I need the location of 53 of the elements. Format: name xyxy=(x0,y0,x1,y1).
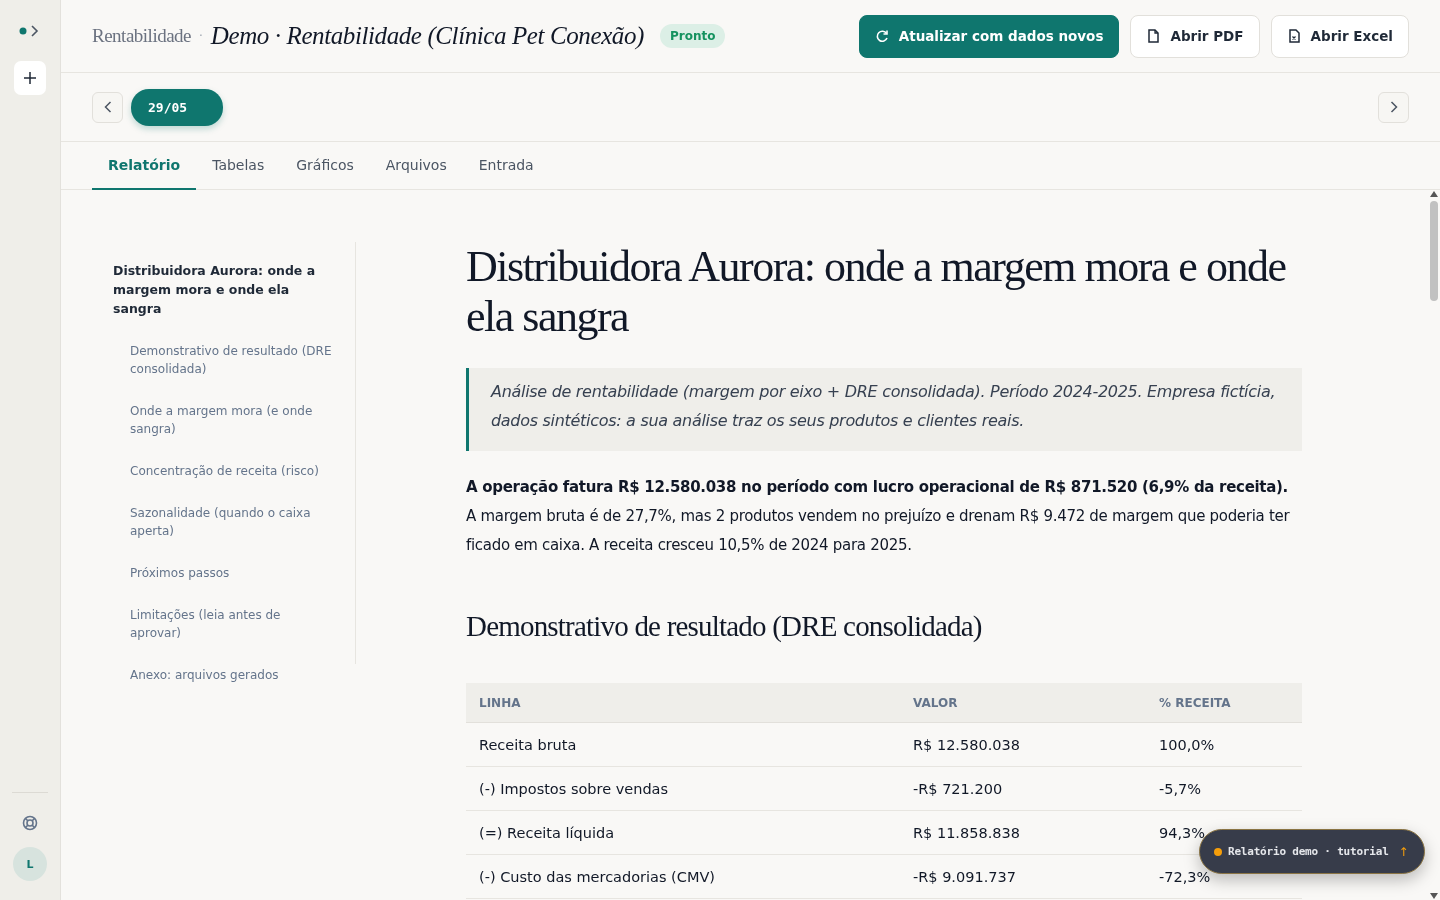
tab[interactable]: Relatório xyxy=(92,142,197,190)
table-cell: (-) Impostos sobre vendas xyxy=(466,766,900,811)
date-chip[interactable]: 29/05 xyxy=(131,88,223,126)
toc-title[interactable]: Distribuidora Aurora: onde a margem mora e onde ela sangra xyxy=(113,261,335,318)
tab[interactable]: Entrada xyxy=(462,142,550,190)
help-icon[interactable] xyxy=(22,815,38,831)
table-cell: (=) Receita líquida xyxy=(466,810,900,855)
summary-paragraph: A operação fatura R$ 12.580.038 no período com lucro operacional de R$ 871.520 (6,9% da receita). A margem bruta é de 27,7%, mas 2 produtos vendem no prejuízo e drenam R$ 9.472 de margem que poderia ter ficado em caixa. A receita cresceu 10,5% de 2024 para 2025. xyxy=(466,477,1291,556)
scroll-down-icon[interactable] xyxy=(1429,892,1439,900)
open-pdf-button[interactable]: Abrir PDF xyxy=(1130,14,1260,58)
document-icon xyxy=(1146,29,1161,43)
status-badge: Pronto xyxy=(659,24,726,48)
refresh-icon xyxy=(874,29,889,43)
refresh-button[interactable]: Atualizar com dados novos xyxy=(858,14,1120,58)
status-dot-icon xyxy=(1214,847,1222,856)
table-cell: 100,0% xyxy=(1146,722,1302,767)
table-cell: (-) Custo das mercadorias (CMV) xyxy=(466,854,900,899)
user-avatar[interactable]: L xyxy=(13,847,47,881)
plus-icon xyxy=(23,71,37,85)
toc-link[interactable]: Sazonalidade (quando o caixa aperta) xyxy=(130,504,335,540)
spreadsheet-file-icon xyxy=(1286,29,1301,43)
page-title: Demo · Rentabilidade (Clínica Pet Conexão) xyxy=(210,22,644,50)
toc-link[interactable]: Anexo: arquivos gerados xyxy=(130,666,335,684)
toc-link[interactable]: Limitações (leia antes de aprovar) xyxy=(130,606,335,642)
report-title: Distribuidora Aurora: onde a margem mora e onde ela sangra xyxy=(466,242,1287,342)
toc-link[interactable]: Concentração de receita (risco) xyxy=(130,462,335,480)
arrow-up-icon[interactable]: ↑ xyxy=(1398,844,1409,859)
summary-quote: Análise de rentabilidade (margem por eixo + DRE consolidada). Período 2024-2025. Empresa fictícia, dados sintéticos: a sua análise traz os seus produtos e clientes reais. xyxy=(466,368,1302,451)
scrollbar-thumb[interactable] xyxy=(1430,201,1438,301)
toc-link[interactable]: Próximos passos xyxy=(130,564,335,582)
table-cell: -R$ 9.091.737 xyxy=(900,854,1146,899)
tab[interactable]: Gráficos xyxy=(280,142,370,190)
breadcrumb-link[interactable]: Rentabilidade xyxy=(92,25,192,47)
column-header: % RECEITA xyxy=(1146,683,1302,723)
new-button[interactable] xyxy=(14,61,46,95)
open-excel-button[interactable]: Abrir Excel xyxy=(1270,14,1409,58)
section-heading: Demonstrativo de resultado (DRE consolidada) xyxy=(466,610,983,643)
toc-link[interactable]: Demonstrativo de resultado (DRE consolidada) xyxy=(130,342,335,378)
column-header: LINHA xyxy=(466,683,900,723)
table-cell: -R$ 721.200 xyxy=(900,766,1146,811)
column-header: VALOR xyxy=(900,683,1146,723)
toc-link[interactable]: Onde a margem mora (e onde sangra) xyxy=(130,402,335,438)
separator-dot: · xyxy=(199,29,203,43)
tab[interactable]: Tabelas xyxy=(196,142,281,190)
table-cell: R$ 11.858.838 xyxy=(900,810,1146,855)
expand-sidebar-icon[interactable] xyxy=(19,24,41,38)
table-cell: -5,7% xyxy=(1146,766,1302,811)
chevron-left-icon xyxy=(103,101,112,113)
chevron-right-icon xyxy=(1389,101,1398,113)
tab[interactable]: Arquivos xyxy=(369,142,463,190)
table-cell: R$ 12.580.038 xyxy=(900,722,1146,767)
table-cell: Receita bruta xyxy=(466,722,900,767)
scroll-up-icon[interactable] xyxy=(1429,190,1439,198)
